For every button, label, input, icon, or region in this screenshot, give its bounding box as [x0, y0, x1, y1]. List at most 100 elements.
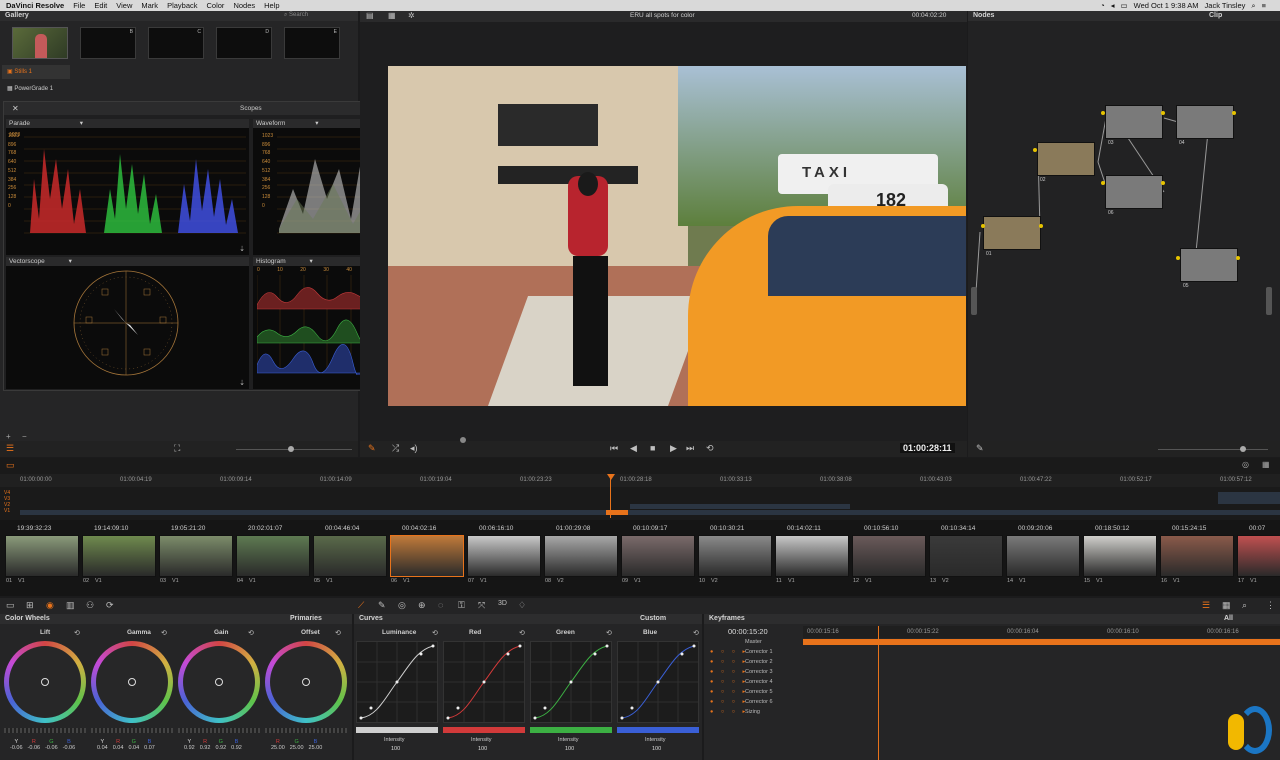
channel-value[interactable]: -0.06	[10, 745, 23, 751]
clip-thumbnail[interactable]	[852, 535, 926, 577]
track-v3[interactable]	[1218, 492, 1280, 504]
node-04[interactable]: 04	[1176, 105, 1234, 146]
window-icon[interactable]: ◎	[398, 600, 406, 611]
keyframe-controls-icon[interactable]: ● ○ ○ ▸	[710, 657, 748, 667]
intensity-slider[interactable]	[443, 727, 525, 733]
keyframes-ruler[interactable]: 00:00:15:16 00:00:15:22 00:00:16:04 00:0…	[803, 626, 1280, 638]
intensity-slider[interactable]	[530, 727, 612, 733]
clip-thumbnail[interactable]	[390, 535, 464, 577]
clip-thumbnail[interactable]	[621, 535, 695, 577]
rgb-mixer-icon[interactable]: ▥	[66, 600, 75, 611]
intensity-value[interactable]: 100	[652, 746, 661, 752]
refresh-icon[interactable]: ⟳	[106, 600, 114, 611]
notifications-icon[interactable]: ≡	[1262, 1, 1266, 10]
channel-value[interactable]: 0.04	[113, 745, 124, 751]
clip-thumbnail[interactable]	[775, 535, 849, 577]
channel-value[interactable]: 0.92	[231, 745, 242, 751]
camera-raw-icon[interactable]: ▭	[6, 600, 15, 611]
grid-icon[interactable]: ▦	[1222, 600, 1231, 611]
track-v1[interactable]	[20, 510, 1280, 515]
channel-value[interactable]: -0.06	[45, 745, 58, 751]
intensity-value[interactable]: 100	[478, 746, 487, 752]
curve-point[interactable]	[456, 706, 460, 710]
node-output-port[interactable]	[1161, 111, 1165, 115]
curve-point[interactable]	[543, 706, 547, 710]
reset-icon[interactable]: ⟲	[248, 629, 254, 637]
curve-point[interactable]	[593, 652, 597, 656]
curve-point[interactable]	[446, 716, 450, 720]
node-01[interactable]: 01	[983, 216, 1041, 257]
clip-thumbnail[interactable]	[313, 535, 387, 577]
search-input[interactable]: Search	[289, 12, 308, 18]
channel-value[interactable]: 0.92	[215, 745, 226, 751]
node-tool-icon[interactable]: ✎	[976, 443, 984, 454]
curve-point[interactable]	[359, 716, 363, 720]
options-icon[interactable]: ⋮	[1266, 600, 1275, 611]
color-wheels-icon[interactable]: ◉	[46, 600, 54, 611]
keyframe-row[interactable]: Master	[707, 637, 799, 647]
viewer-image[interactable]: TAXI 182	[388, 66, 966, 406]
node-06[interactable]: 06	[1105, 175, 1163, 216]
close-icon[interactable]: ✕	[12, 104, 19, 113]
color-wheel[interactable]	[178, 641, 260, 723]
keyframe-row[interactable]: ● ○ ○ ▸ Corrector 1	[707, 647, 799, 657]
intensity-value[interactable]: 100	[565, 746, 574, 752]
scrubber-handle[interactable]	[460, 437, 466, 443]
spotlight-icon[interactable]: ⌕	[1251, 1, 1255, 11]
channel-value[interactable]: -0.06	[28, 745, 41, 751]
output-handle[interactable]	[1266, 287, 1272, 315]
reset-icon[interactable]: ⟲	[606, 629, 612, 637]
timeline-ruler[interactable]: 01:00:00:00 01:00:04:19 01:00:09:14 01:0…	[0, 474, 1280, 487]
curve-editor[interactable]	[617, 641, 699, 723]
channel-value[interactable]: 0.92	[200, 745, 211, 751]
wheel-puck[interactable]	[41, 678, 49, 686]
intensity-value[interactable]: 100	[391, 746, 400, 752]
keyframe-controls-icon[interactable]: ● ○ ○ ▸	[710, 667, 748, 677]
clip-thumbnail[interactable]	[5, 535, 79, 577]
master-wheel[interactable]	[91, 728, 173, 733]
clip-thumbnail[interactable]	[82, 535, 156, 577]
keyframe-row[interactable]: ● ○ ○ ▸ Corrector 2	[707, 657, 799, 667]
keyframe-row[interactable]: ● ○ ○ ▸ Corrector 5	[707, 687, 799, 697]
keyframe-controls-icon[interactable]: ● ○ ○ ▸	[710, 687, 748, 697]
source-handle[interactable]	[971, 287, 977, 315]
keyframe-controls-icon[interactable]: ● ○ ○ ▸	[710, 697, 748, 707]
clip-thumbnail[interactable]	[236, 535, 310, 577]
curve-point[interactable]	[656, 680, 660, 684]
keyframe-row[interactable]: ● ○ ○ ▸ Sizing	[707, 707, 799, 717]
node-input-port[interactable]	[1101, 111, 1105, 115]
node-03[interactable]: 03	[1105, 105, 1163, 146]
clip-thumbnail[interactable]	[929, 535, 1003, 577]
curve-point[interactable]	[518, 644, 522, 648]
add-album-icon[interactable]: +	[6, 432, 11, 441]
channel-value[interactable]: 0.04	[128, 745, 139, 751]
clip-thumbnail[interactable]	[698, 535, 772, 577]
scope-settings-icon[interactable]: ⇣	[239, 379, 245, 387]
curve-point[interactable]	[630, 706, 634, 710]
menu-playback[interactable]: Playback	[167, 1, 197, 10]
node-output-port[interactable]	[1039, 224, 1043, 228]
node-output-port[interactable]	[1232, 111, 1236, 115]
reset-icon[interactable]: ⟲	[432, 629, 438, 637]
master-keyframe-track[interactable]	[803, 639, 1280, 645]
key-icon[interactable]: ⚿	[458, 600, 465, 611]
menu-view[interactable]: View	[116, 1, 132, 10]
stop-icon[interactable]: ■	[650, 443, 655, 453]
curve-point[interactable]	[419, 652, 423, 656]
master-wheel[interactable]	[178, 728, 260, 733]
keyframe-row[interactable]: ● ○ ○ ▸ Corrector 4	[707, 677, 799, 687]
nodes-mode[interactable]: Clip	[1209, 11, 1222, 21]
drop-icon[interactable]: ♢	[518, 600, 526, 611]
album-stills[interactable]: ▣ Stills 1	[2, 65, 70, 79]
node-input-port[interactable]	[1176, 256, 1180, 260]
curve-point[interactable]	[533, 716, 537, 720]
battery-icon[interactable]: ▭	[1121, 1, 1128, 10]
intensity-slider[interactable]	[356, 727, 438, 733]
keyframes-filter-select[interactable]: All	[1224, 614, 1233, 624]
keyframe-controls-icon[interactable]: ● ○ ○ ▸	[710, 677, 748, 687]
curve-point[interactable]	[506, 652, 510, 656]
keyframe-row[interactable]: ● ○ ○ ▸ Corrector 3	[707, 667, 799, 677]
menu-edit[interactable]: Edit	[94, 1, 107, 10]
gallery-still-1[interactable]	[12, 27, 68, 59]
curve-editor[interactable]	[356, 641, 438, 723]
